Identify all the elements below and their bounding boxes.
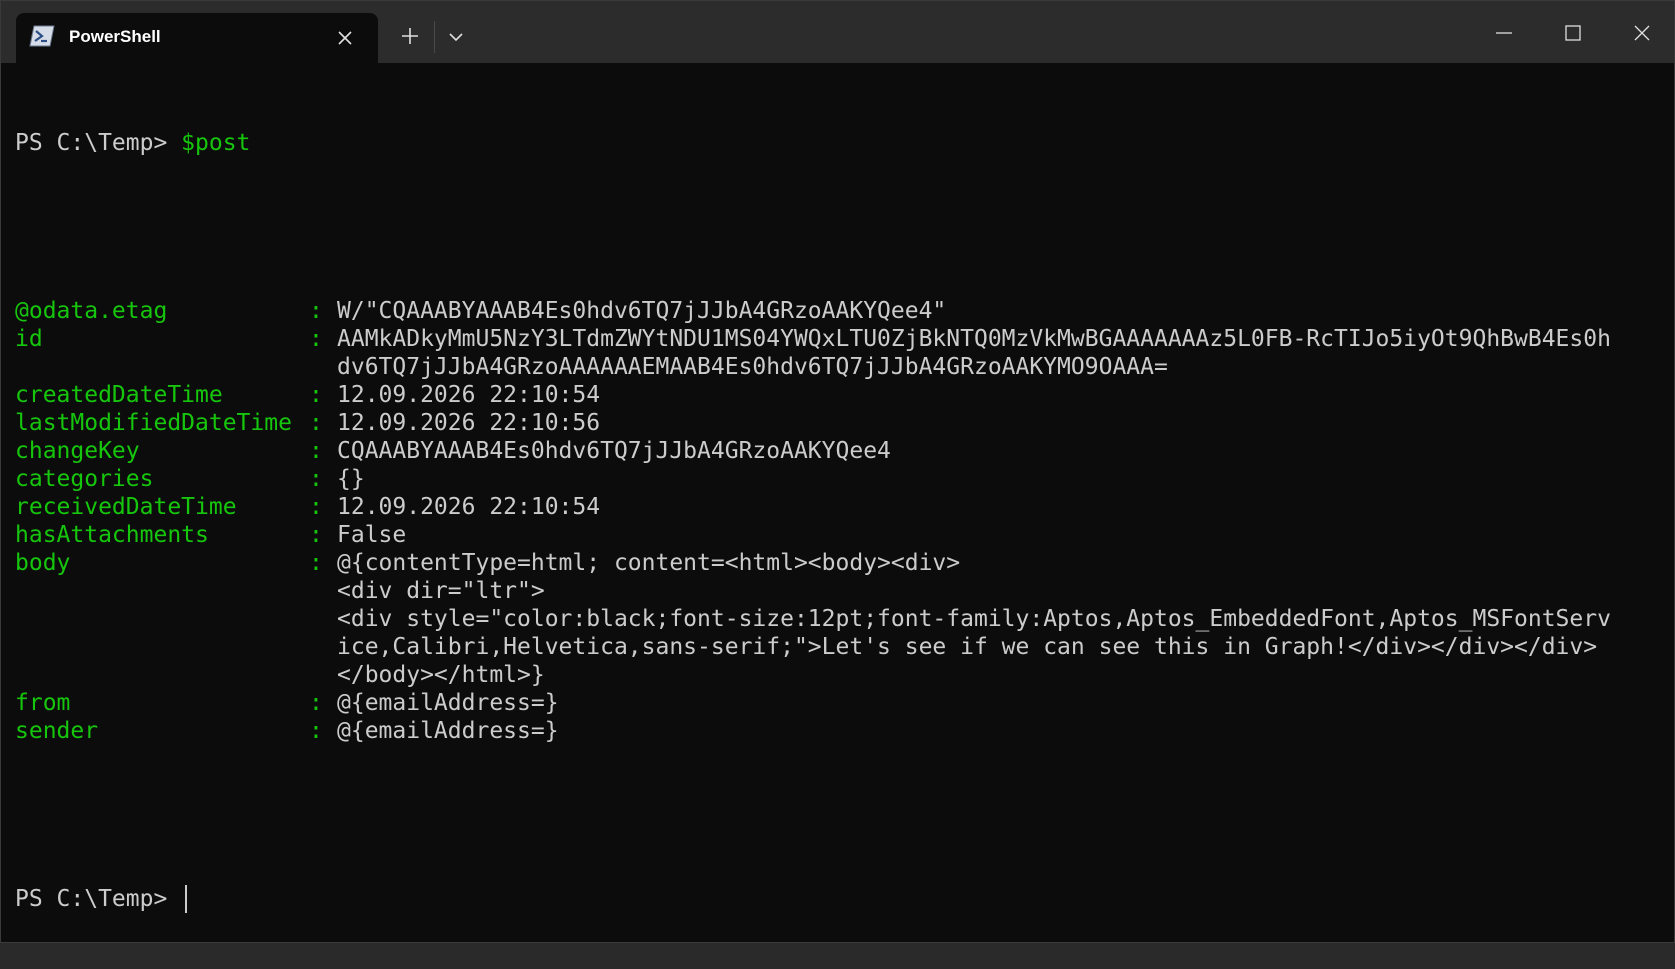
property-separator: : (309, 410, 323, 436)
property-row: hasAttachments: False (15, 521, 1664, 549)
minimize-button[interactable] (1474, 15, 1534, 51)
property-key: receivedDateTime (15, 494, 237, 520)
property-value: @{emailAddress=} (337, 718, 559, 744)
property-row: createdDateTime:12.09.2026 22:10:54 (15, 381, 1664, 409)
property-separator: : (309, 550, 323, 576)
property-value: @{emailAddress=} (337, 690, 559, 716)
tab-divider (434, 21, 435, 53)
property-separator: : (309, 382, 323, 408)
chevron-down-icon[interactable] (445, 28, 467, 46)
prompt-line: PS C:\Temp> $post (15, 129, 1664, 157)
property-row: <div style="color:black;font-size:12pt;f… (15, 605, 1664, 633)
minimize-icon (1496, 32, 1512, 34)
property-value: dv6TQ7jJJbA4GRzoAAAAAAEMAAB4Es0hdv6TQ7jJ… (337, 354, 1168, 380)
terminal-output[interactable]: PS C:\Temp> $post @odata.etag: W/"CQAAABY… (15, 73, 1664, 969)
property-row: dv6TQ7jJJbA4GRzoAAAAAAEMAAB4Es0hdv6TQ7jJ… (15, 353, 1664, 381)
powershell-icon (29, 25, 55, 47)
property-key: hasAttachments (15, 522, 209, 548)
property-value: ice,Calibri,Helvetica,sans-serif;">Let's… (337, 634, 1598, 660)
property-row: lastModifiedDateTime:12.09.2026 22:10:56 (15, 409, 1664, 437)
property-value: <div style="color:black;font-size:12pt;f… (337, 606, 1611, 632)
property-key: sender (15, 718, 99, 744)
property-key: body (15, 550, 71, 576)
property-key: createdDateTime (15, 382, 223, 408)
command-text: $post (181, 130, 251, 156)
prompt-line: PS C:\Temp> (15, 885, 1664, 913)
property-value: </body></html>} (337, 662, 545, 688)
property-row: changeKey: CQAAABYAAAB4Es0hdv6TQ7jJJbA4GR… (15, 437, 1664, 465)
maximize-button[interactable] (1543, 15, 1603, 51)
property-row: @odata.etag: W/"CQAAABYAAAB4Es0hdv6TQ7jJJ… (15, 297, 1664, 325)
property-value: CQAAABYAAAB4Es0hdv6TQ7jJJbA4GRzoAAKYQee4 (337, 438, 891, 464)
property-list: @odata.etag: W/"CQAAABYAAAB4Es0hdv6TQ7jJJ… (15, 297, 1664, 745)
text-cursor (185, 885, 188, 913)
property-value: <div dir="ltr"> (337, 578, 545, 604)
prompt-text: PS C:\Temp> (15, 130, 182, 156)
property-row: body: @{contentType=html; content=<html><… (15, 549, 1664, 577)
property-row: <div dir="ltr"> (15, 577, 1664, 605)
property-row: </body></html>} (15, 661, 1664, 689)
property-key: id (15, 326, 43, 352)
close-tab-icon[interactable] (334, 27, 356, 49)
property-value: W/"CQAAABYAAAB4Es0hdv6TQ7jJJbA4GRzoAAKYQ… (337, 298, 947, 324)
property-separator: : (309, 522, 323, 548)
property-separator: : (309, 690, 323, 716)
tab-powershell[interactable]: PowerShell (16, 13, 378, 63)
property-row: ice,Calibri,Helvetica,sans-serif;">Let's… (15, 633, 1664, 661)
property-value: False (337, 522, 407, 548)
property-separator: : (309, 466, 323, 492)
property-separator: : (309, 326, 323, 352)
property-separator: : (309, 718, 323, 744)
property-key: lastModifiedDateTime (15, 410, 292, 436)
tab-title: PowerShell (69, 27, 161, 46)
close-window-button[interactable] (1612, 15, 1672, 51)
property-value: 12.09.2026 22:10:56 (337, 410, 601, 436)
title-bar[interactable]: PowerShell (1, 1, 1674, 63)
property-separator: : (309, 438, 323, 464)
property-row: from: @{emailAddress=} (15, 689, 1664, 717)
property-row: categories: {} (15, 465, 1664, 493)
property-value: 12.09.2026 22:10:54 (337, 382, 601, 408)
property-key: @odata.etag (15, 298, 168, 324)
property-value: @{contentType=html; content=<html><body>… (337, 550, 961, 576)
prompt-text: PS C:\Temp> (15, 886, 182, 912)
close-icon (1634, 25, 1650, 41)
property-key: changeKey (15, 438, 140, 464)
terminal-window: PowerShell PS C:\Temp> $post @odata.etag… (0, 0, 1675, 943)
maximize-icon (1565, 25, 1581, 41)
property-key: from (15, 690, 71, 716)
property-row: id: AAMkADkyMmU5NzY3LTdmZWYtNDU1MS04YWQxL… (15, 325, 1664, 353)
property-separator: : (309, 298, 323, 324)
property-value: AAMkADkyMmU5NzY3LTdmZWYtNDU1MS04YWQxLTU0… (337, 326, 1611, 352)
property-separator: : (309, 494, 323, 520)
property-row: sender: @{emailAddress=} (15, 717, 1664, 745)
property-value: 12.09.2026 22:10:54 (337, 494, 601, 520)
property-key: categories (15, 466, 154, 492)
property-value: {} (337, 466, 365, 492)
plus-icon[interactable] (398, 24, 422, 48)
property-row: receivedDateTime:12.09.2026 22:10:54 (15, 493, 1664, 521)
